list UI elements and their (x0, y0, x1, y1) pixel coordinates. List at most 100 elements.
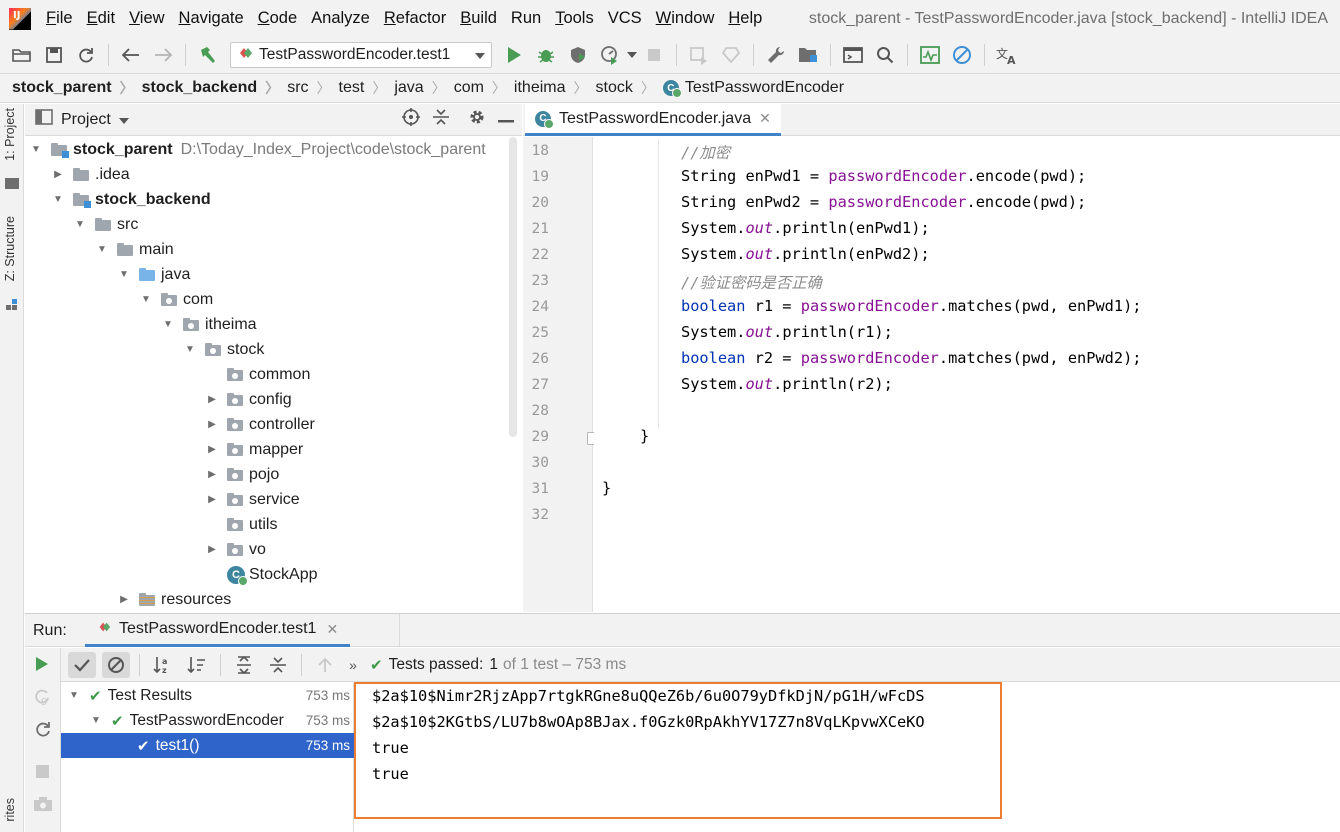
collapsed-arrow-icon[interactable]: ▶ (205, 469, 219, 480)
collapsed-arrow-icon[interactable]: ▶ (117, 594, 131, 605)
expanded-arrow-icon[interactable]: ▼ (183, 344, 197, 355)
collapsed-arrow-icon[interactable]: ▶ (51, 169, 65, 180)
breadcrumb-item[interactable]: java 〉 (394, 78, 453, 98)
chevron-down-icon[interactable] (118, 111, 129, 129)
project-tree-scrollbar[interactable] (509, 137, 517, 437)
tree-node[interactable]: ▼ stock (183, 337, 264, 362)
more-chevron-icon[interactable]: » (345, 652, 361, 678)
menu-navigate[interactable]: Navigate (172, 9, 251, 28)
collapsed-arrow-icon[interactable]: ▶ (205, 419, 219, 430)
close-icon[interactable]: ✕ (326, 621, 338, 638)
sort-alphabetically-icon[interactable]: az (149, 652, 177, 678)
test-result-row[interactable]: ✔ test1() 753 ms (61, 733, 354, 758)
coverage-shield-icon[interactable] (566, 43, 590, 67)
project-structure-icon[interactable] (796, 43, 820, 67)
expanded-arrow-icon[interactable]: ▼ (29, 144, 43, 155)
save-all-icon[interactable] (42, 43, 66, 67)
collapsed-arrow-icon[interactable]: ▶ (205, 444, 219, 455)
menu-build[interactable]: Build (453, 9, 504, 28)
close-icon[interactable]: ✕ (759, 110, 771, 127)
expanded-arrow-icon[interactable]: ▼ (73, 219, 87, 230)
collapsed-arrow-icon[interactable]: ▶ (205, 544, 219, 555)
menu-edit[interactable]: Edit (80, 9, 122, 28)
menu-analyze[interactable]: Analyze (304, 9, 377, 28)
forward-arrow-icon[interactable] (151, 43, 175, 67)
tree-node[interactable]: ▼ main (95, 237, 174, 262)
collapsed-arrow-icon[interactable]: ▶ (205, 494, 219, 505)
expanded-arrow-icon[interactable]: ▼ (51, 194, 65, 205)
tree-node[interactable]: C StockApp (205, 562, 317, 587)
expanded-arrow-icon[interactable]: ▼ (139, 294, 153, 305)
disable-circle-icon[interactable] (950, 43, 974, 67)
show-passed-check-icon[interactable] (68, 651, 96, 678)
structure-tool-tab[interactable]: Z: Structure (3, 216, 17, 281)
tree-node[interactable]: ▶ pojo (205, 462, 279, 487)
expanded-arrow-icon[interactable]: ▼ (67, 690, 81, 701)
expanded-arrow-icon[interactable]: ▼ (95, 244, 109, 255)
tree-node[interactable]: ▼ itheima (161, 312, 257, 337)
gear-icon[interactable] (468, 108, 486, 131)
run-tab[interactable]: TestPasswordEncoder.test1 ✕ (85, 614, 351, 647)
attach-debugger-icon[interactable] (687, 43, 711, 67)
tree-node[interactable]: ▶ mapper (205, 437, 303, 462)
breadcrumb-item[interactable]: stock_backend 〉 (142, 78, 288, 98)
breadcrumb-item[interactable]: itheima 〉 (514, 78, 596, 98)
menu-refactor[interactable]: Refactor (377, 9, 453, 28)
collapse-all-icon[interactable] (432, 108, 450, 131)
rerun-icon[interactable] (35, 656, 49, 677)
profiler-icon[interactable] (598, 43, 622, 67)
editor-tab[interactable]: C TestPasswordEncoder.java ✕ (525, 104, 781, 136)
stop-icon[interactable] (642, 43, 666, 67)
tree-node[interactable]: ▶ resources (117, 587, 231, 612)
breadcrumb-item[interactable]: C TestPasswordEncoder (662, 79, 844, 98)
test-result-row[interactable]: ▼ ✔ Test Results 753 ms (61, 683, 354, 708)
tree-node[interactable]: ▶ vo (205, 537, 266, 562)
breadcrumb-item[interactable]: src 〉 (287, 78, 338, 98)
tree-node[interactable]: ▼ src (73, 212, 138, 237)
menu-run[interactable]: Run (504, 9, 548, 28)
chevron-down-icon[interactable] (626, 43, 638, 67)
menu-view[interactable]: View (122, 9, 171, 28)
tree-node[interactable]: common (205, 362, 310, 387)
expanded-arrow-icon[interactable]: ▼ (89, 715, 103, 726)
tree-node[interactable]: ▶ controller (205, 412, 315, 437)
build-hammer-icon[interactable] (196, 43, 220, 67)
settings-wrench-icon[interactable] (764, 43, 788, 67)
collapsed-arrow-icon[interactable]: ▶ (205, 394, 219, 405)
sort-by-duration-icon[interactable] (183, 652, 211, 678)
camera-icon[interactable] (33, 796, 53, 817)
tree-node[interactable]: ▼ stock_backend (51, 187, 211, 212)
expand-all-icon[interactable] (230, 652, 258, 678)
collapse-all-icon[interactable] (264, 652, 292, 678)
rerun-failed-icon[interactable]: 9 (33, 688, 53, 711)
tree-node[interactable]: ▼ java (117, 262, 190, 287)
menu-vcs[interactable]: VCS (601, 9, 649, 28)
tree-node[interactable]: ▼ stock_parent D:\Today_Index_Project\cod… (29, 137, 486, 162)
breadcrumb-item[interactable]: stock 〉 (596, 78, 663, 98)
translate-icon[interactable]: 文A (995, 43, 1019, 67)
tree-node[interactable]: utils (205, 512, 277, 537)
tree-node[interactable]: ▼ com (139, 287, 213, 312)
menu-help[interactable]: Help (721, 9, 769, 28)
debug-bug-icon[interactable] (534, 43, 558, 67)
activity-monitor-icon[interactable] (918, 43, 942, 67)
code-editor[interactable]: //加密 String enPwd1 = passwordEncoder.enc… (594, 137, 1340, 612)
project-tool-tab[interactable]: 1: Project (3, 108, 17, 161)
terminal-icon[interactable] (841, 43, 865, 67)
expanded-arrow-icon[interactable]: ▼ (117, 269, 131, 280)
tree-node[interactable]: ▶ service (205, 487, 300, 512)
locate-target-icon[interactable] (402, 108, 420, 131)
minimize-icon[interactable] (498, 111, 514, 129)
build-artifact-icon[interactable] (719, 43, 743, 67)
stop-icon[interactable] (36, 765, 49, 778)
tree-node[interactable]: ▶ config (205, 387, 292, 412)
test-result-row[interactable]: ▼ ✔ TestPasswordEncoder 753 ms (61, 708, 354, 733)
menu-window[interactable]: Window (649, 9, 722, 28)
search-icon[interactable] (873, 43, 897, 67)
project-view-title[interactable]: Project (61, 111, 111, 129)
favorites-tool-tab[interactable]: rites (3, 798, 17, 822)
breadcrumb-item[interactable]: test 〉 (339, 78, 395, 98)
run-icon[interactable] (502, 43, 526, 67)
synchronize-icon[interactable] (74, 43, 98, 67)
menu-file[interactable]: File (39, 9, 80, 28)
